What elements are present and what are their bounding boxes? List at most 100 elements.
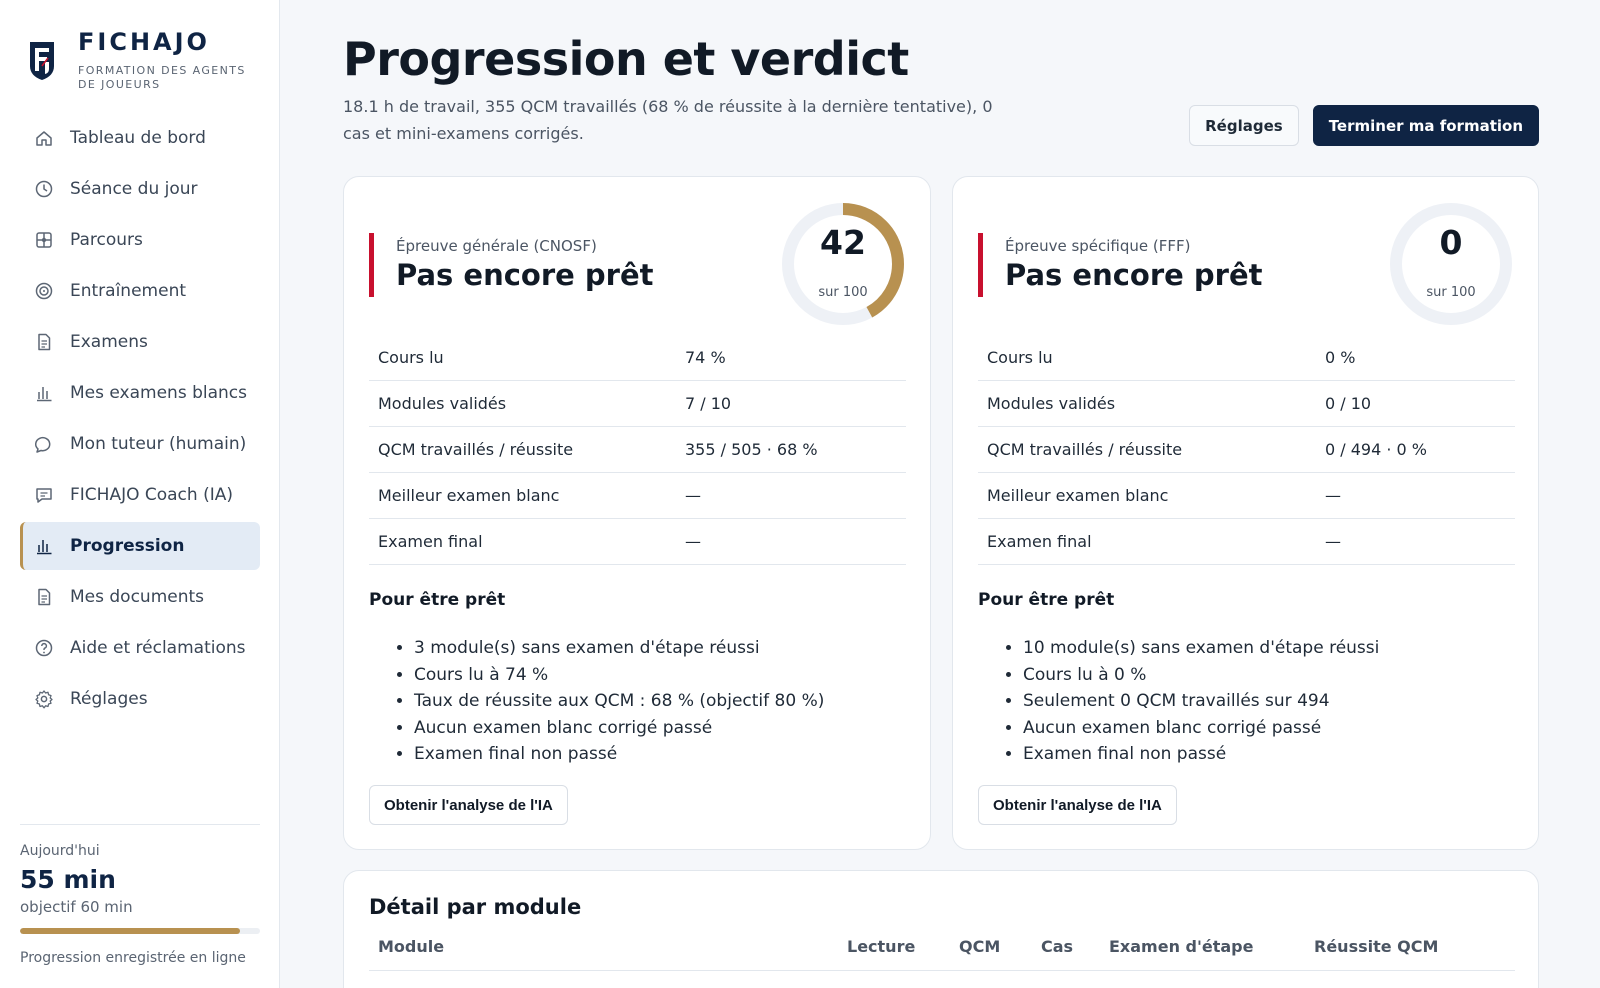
- verdict-block: Épreuve spécifique (FFF) Pas encore prêt: [978, 233, 1263, 297]
- today-value: 55 min: [20, 865, 116, 894]
- list-item: 3 module(s) sans examen d'étape réussi: [414, 635, 824, 662]
- brand-name: FICHAJO: [78, 28, 210, 56]
- sync-status: Progression enregistrée en ligne: [20, 950, 246, 966]
- module-table-header: Module Lecture QCM Cas Examen d'étape Ré…: [369, 929, 1515, 971]
- sidebar-item-label: Tableau de bord: [70, 128, 206, 148]
- stat-value: 0 / 10: [1325, 394, 1372, 413]
- list-item: 10 module(s) sans examen d'étape réussi: [1023, 635, 1379, 662]
- brand-tagline: FORMATION DES AGENTS DE JOUEURS: [78, 64, 246, 91]
- gear-icon: [34, 689, 54, 709]
- exam-label: Épreuve générale (CNOSF): [396, 237, 597, 255]
- list-item: Cours lu à 0 %: [1023, 662, 1379, 689]
- ai-analysis-button[interactable]: Obtenir l'analyse de l'IA: [978, 785, 1177, 825]
- list-item: Examen final non passé: [414, 741, 824, 768]
- sidebar-item-fichajo-coach-ia[interactable]: FICHAJO Coach (IA): [20, 471, 260, 519]
- sidebar-item-reglages[interactable]: Réglages: [20, 675, 260, 723]
- score-ring: [782, 203, 904, 325]
- sidebar-item-parcours[interactable]: Parcours: [20, 216, 260, 264]
- sidebar-item-label: FICHAJO Coach (IA): [70, 485, 233, 505]
- target-icon: [34, 281, 54, 301]
- sidebar-item-label: Progression: [70, 536, 185, 556]
- sidebar-item-seance-du-jour[interactable]: Séance du jour: [20, 165, 260, 213]
- list-item: Examen final non passé: [1023, 741, 1379, 768]
- stat-key: QCM travaillés / réussite: [378, 440, 574, 459]
- sidebar-item-examens[interactable]: Examens: [20, 318, 260, 366]
- stat-key: Examen final: [987, 532, 1092, 551]
- bar-chart-icon: [34, 536, 54, 556]
- stat-value: 7 / 10: [685, 394, 732, 413]
- sidebar-item-label: Mon tuteur (humain): [70, 434, 247, 454]
- score-gauge: 0 sur 100: [1388, 201, 1514, 327]
- column-qcm[interactable]: QCM: [959, 937, 1000, 956]
- score-ring: [1390, 203, 1512, 325]
- page-title: Progression et verdict: [343, 32, 909, 86]
- list-item: Aucun examen blanc corrigé passé: [1023, 715, 1379, 742]
- column-reading[interactable]: Lecture: [847, 937, 915, 956]
- document-icon: [34, 332, 54, 352]
- today-goal: objectif 60 min: [20, 898, 133, 916]
- column-qcm-success[interactable]: Réussite QCM: [1314, 937, 1438, 956]
- stat-row: QCM travaillés / réussite 0 / 494 · 0 %: [978, 427, 1515, 473]
- message-square-icon: [34, 485, 54, 505]
- exam-label: Épreuve spécifique (FFF): [1005, 237, 1191, 255]
- stat-value: —: [685, 532, 701, 551]
- sidebar-item-label: Parcours: [70, 230, 143, 250]
- stat-value: 0 / 494 · 0 %: [1325, 440, 1428, 459]
- module-detail-title: Détail par module: [369, 895, 582, 919]
- stat-key: Modules validés: [987, 394, 1116, 413]
- score-unit: sur 100: [1426, 285, 1476, 300]
- stat-row: Modules validés 7 / 10: [369, 381, 906, 427]
- settings-button[interactable]: Réglages: [1189, 105, 1299, 146]
- ready-list: 10 module(s) sans examen d'étape réussiC…: [1023, 635, 1379, 768]
- today-panel: Aujourd'hui 55 min objectif 60 min Progr…: [20, 824, 260, 966]
- sidebar-item-entrainement[interactable]: Entraînement: [20, 267, 260, 315]
- column-module[interactable]: Module: [378, 937, 444, 956]
- ready-title: Pour être prêt: [369, 590, 506, 610]
- list-item: Seulement 0 QCM travaillés sur 494: [1023, 688, 1379, 715]
- stat-value: 355 / 505 · 68 %: [685, 440, 818, 459]
- sidebar-item-label: Entraînement: [70, 281, 187, 301]
- sidebar-item-label: Aide et réclamations: [70, 638, 246, 658]
- document-icon: [34, 587, 54, 607]
- verdict-title: Pas encore prêt: [396, 258, 654, 292]
- stat-row: Meilleur examen blanc —: [978, 473, 1515, 519]
- stat-value: —: [1325, 532, 1341, 551]
- brand[interactable]: FICHAJO FORMATION DES AGENTS DE JOUEURS: [28, 28, 258, 92]
- home-icon: [34, 128, 54, 148]
- stat-key: Examen final: [378, 532, 483, 551]
- stat-key: Meilleur examen blanc: [378, 486, 560, 505]
- ready-title: Pour être prêt: [978, 590, 1115, 610]
- stat-row: Cours lu 0 %: [978, 335, 1515, 381]
- page-subtitle: 18.1 h de travail, 355 QCM travaillés (6…: [343, 97, 993, 143]
- ai-analysis-button[interactable]: Obtenir l'analyse de l'IA: [369, 785, 568, 825]
- sidebar-item-tableau-de-bord[interactable]: Tableau de bord: [20, 114, 260, 162]
- bar-chart-icon: [34, 383, 54, 403]
- stat-row: Meilleur examen blanc —: [369, 473, 906, 519]
- finish-training-button[interactable]: Terminer ma formation: [1312, 105, 1539, 146]
- stat-key: Cours lu: [987, 348, 1053, 367]
- list-item: Cours lu à 74 %: [414, 662, 824, 689]
- route-icon: [34, 230, 54, 250]
- sidebar-item-label: Mes examens blancs: [70, 383, 247, 403]
- sidebar-item-mes-documents[interactable]: Mes documents: [20, 573, 260, 621]
- module-detail-card: Détail par module Module Lecture QCM Cas…: [343, 870, 1539, 988]
- sidebar-item-aide-et-reclamations[interactable]: Aide et réclamations: [20, 624, 260, 672]
- exam-card-specific: Épreuve spécifique (FFF) Pas encore prêt 0…: [952, 176, 1539, 850]
- stat-value: 74 %: [685, 348, 726, 367]
- today-label: Aujourd'hui: [20, 843, 100, 859]
- sidebar-item-mes-examens-blancs[interactable]: Mes examens blancs: [20, 369, 260, 417]
- sidebar-item-label: Mes documents: [70, 587, 205, 607]
- today-progress-bar: [20, 928, 260, 934]
- sidebar-item-progression[interactable]: Progression: [20, 522, 260, 570]
- verdict-title: Pas encore prêt: [1005, 258, 1263, 292]
- today-progress-fill: [20, 928, 240, 934]
- stat-key: Cours lu: [378, 348, 444, 367]
- stat-row: Cours lu 74 %: [369, 335, 906, 381]
- column-stage-exam[interactable]: Examen d'étape: [1109, 937, 1253, 956]
- sidebar-item-mon-tuteur-humain[interactable]: Mon tuteur (humain): [20, 420, 260, 468]
- stat-row: Examen final —: [978, 519, 1515, 565]
- stat-key: QCM travaillés / réussite: [987, 440, 1183, 459]
- list-item: Aucun examen blanc corrigé passé: [414, 715, 824, 742]
- help-circle-icon: [34, 638, 54, 658]
- column-cases[interactable]: Cas: [1041, 937, 1073, 956]
